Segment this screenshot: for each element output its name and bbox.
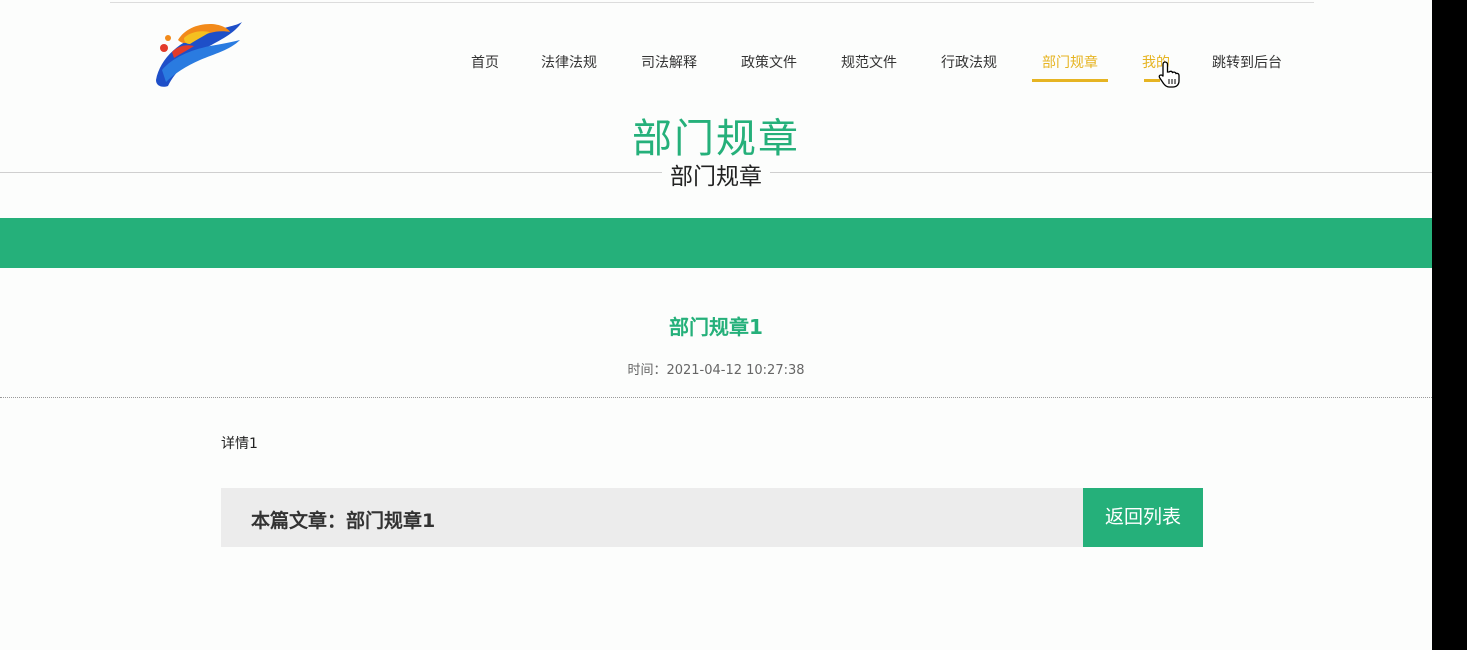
nav-item-home[interactable]: 首页 bbox=[471, 52, 499, 82]
article-title: 部门规章1 bbox=[669, 315, 763, 339]
nav-item-policy-documents[interactable]: 政策文件 bbox=[741, 52, 797, 82]
article-detail: 详情1 bbox=[221, 436, 258, 452]
green-banner bbox=[0, 218, 1432, 268]
article-time: 时间：2021-04-12 10:27:38 bbox=[627, 363, 805, 378]
nav-item-department-rules[interactable]: 部门规章 bbox=[1032, 52, 1108, 82]
back-to-list-button[interactable]: 返回列表 bbox=[1083, 488, 1203, 547]
nav-item-judicial-interpretation[interactable]: 司法解释 bbox=[641, 52, 697, 82]
article-divider bbox=[0, 397, 1432, 398]
top-divider bbox=[110, 2, 1314, 3]
current-article-bar: 本篇文章：部门规章1 bbox=[221, 488, 1083, 547]
current-article-label: 本篇文章：部门规章1 bbox=[251, 510, 436, 532]
nav-item-laws[interactable]: 法律法规 bbox=[541, 52, 597, 82]
page-subtitle: 部门规章 bbox=[662, 164, 770, 190]
nav-item-admin-backend[interactable]: 跳转到后台 bbox=[1212, 52, 1282, 82]
nav-item-administrative-regulations[interactable]: 行政法规 bbox=[941, 52, 997, 82]
hand-pointer-icon bbox=[1158, 61, 1180, 88]
page-subtitle-wrap: 部门规章 bbox=[0, 157, 1432, 191]
window-edge bbox=[1432, 0, 1467, 650]
site-logo[interactable] bbox=[150, 18, 246, 94]
nav-item-normative-documents[interactable]: 规范文件 bbox=[841, 52, 897, 82]
page-title: 部门规章 bbox=[632, 116, 800, 162]
